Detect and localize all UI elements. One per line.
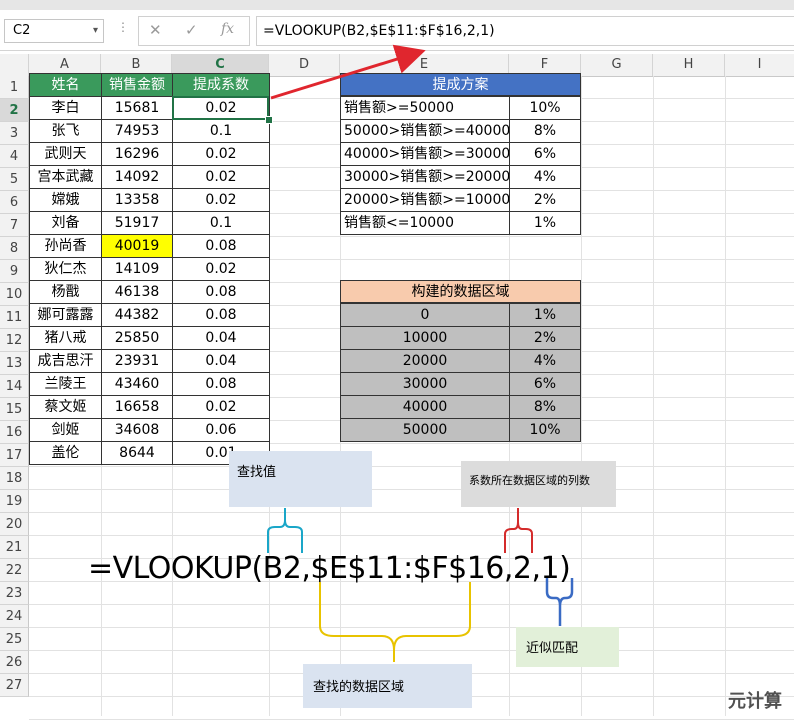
watermark-logo: 元计算 [728, 691, 782, 712]
red-arrow [270, 44, 426, 100]
blue-brace [545, 578, 574, 626]
cyan-brace [267, 508, 303, 553]
annotation-overlay [267, 44, 574, 662]
yellow-brace [319, 582, 471, 662]
red-brace [504, 508, 533, 553]
